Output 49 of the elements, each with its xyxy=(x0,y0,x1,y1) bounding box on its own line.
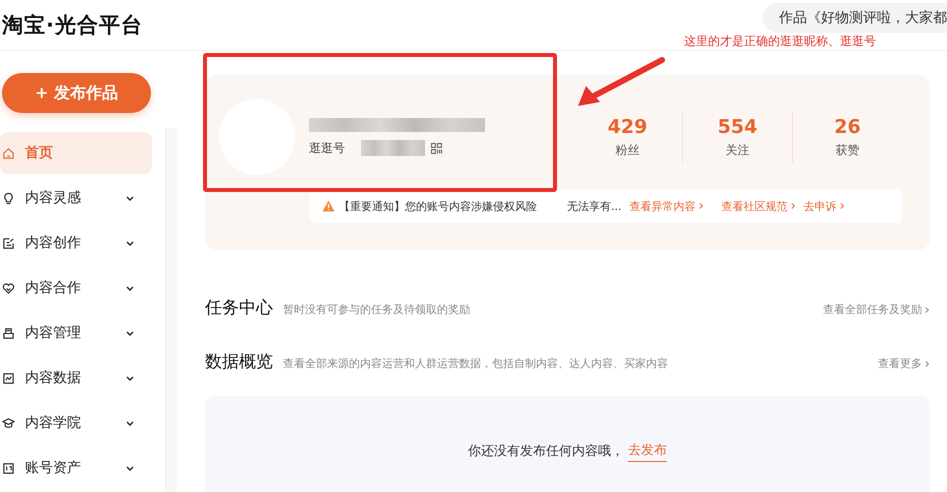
chevron-right-icon xyxy=(925,306,930,314)
warning-icon xyxy=(322,200,335,212)
qr-code-icon[interactable] xyxy=(431,142,442,154)
home-icon xyxy=(2,146,15,160)
sidebar-item[interactable]: 内容数据 xyxy=(0,357,152,399)
section-subtitle: 查看全部来源的内容运营和人群运营数据，包括自制内容、达人内容、买家内容 xyxy=(283,356,669,371)
id-label: 逛逛号 xyxy=(309,140,345,156)
chevron-down-icon xyxy=(126,196,134,200)
section-title: 任务中心 xyxy=(205,297,273,319)
sidebar-item[interactable]: 内容创作 xyxy=(0,222,152,264)
stat-label: 关注 xyxy=(726,142,750,158)
chevron-down-icon xyxy=(126,240,134,246)
heart-icon xyxy=(2,282,15,294)
chevron-down-icon xyxy=(126,330,134,336)
annotation-text: 这里的才是正确的逛逛昵称、逛逛号 xyxy=(684,33,876,50)
notice-text: 【重要通知】您的账号内容涉嫌侵权风险 xyxy=(339,198,537,214)
sidebar-item[interactable]: 内容学院 xyxy=(0,402,152,444)
inbox-icon xyxy=(2,326,15,340)
graduation-cap-icon xyxy=(2,416,15,430)
chevron-right-icon xyxy=(698,202,704,210)
stat-value: 554 xyxy=(718,116,758,138)
edit-icon xyxy=(2,236,15,250)
sidebar-item[interactable]: 内容管理 xyxy=(0,312,152,354)
stat-label: 获赞 xyxy=(836,142,860,158)
id-card-icon xyxy=(2,462,15,474)
notice-more: 无法享有... xyxy=(567,198,622,214)
chevron-right-icon xyxy=(840,202,844,210)
stat-value: 26 xyxy=(834,116,861,138)
sidebar-item[interactable]: 账号资产 xyxy=(0,447,152,489)
section-link[interactable]: 查看全部任务及奖励 xyxy=(823,302,930,317)
logo[interactable]: 淘宝·光合平台 xyxy=(2,11,143,39)
lightbulb-icon xyxy=(2,192,15,204)
stat-label: 粉丝 xyxy=(616,142,640,158)
chart-icon xyxy=(2,372,15,384)
stat-value: 429 xyxy=(608,116,648,138)
chevron-down-icon xyxy=(126,376,134,380)
notice-pill[interactable]: 作品《好物测评啦，大家都 xyxy=(763,3,947,33)
sidebar-item[interactable]: 内容灵感 xyxy=(0,177,152,219)
chevron-right-icon xyxy=(790,202,796,210)
blurred-id xyxy=(361,140,425,156)
section-subtitle: 暂时没有可参与的任务及待领取的奖励 xyxy=(283,302,471,317)
section-link[interactable]: 查看更多 xyxy=(878,356,930,371)
chevron-down-icon xyxy=(126,466,134,470)
chevron-down-icon xyxy=(126,286,134,290)
section-title: 数据概览 xyxy=(205,351,273,373)
chevron-down-icon xyxy=(126,420,134,426)
sidebar-item[interactable]: 内容合作 xyxy=(0,267,152,309)
chevron-right-icon xyxy=(925,360,930,368)
empty-message: 你还没有发布任何内容哦， xyxy=(468,443,624,460)
